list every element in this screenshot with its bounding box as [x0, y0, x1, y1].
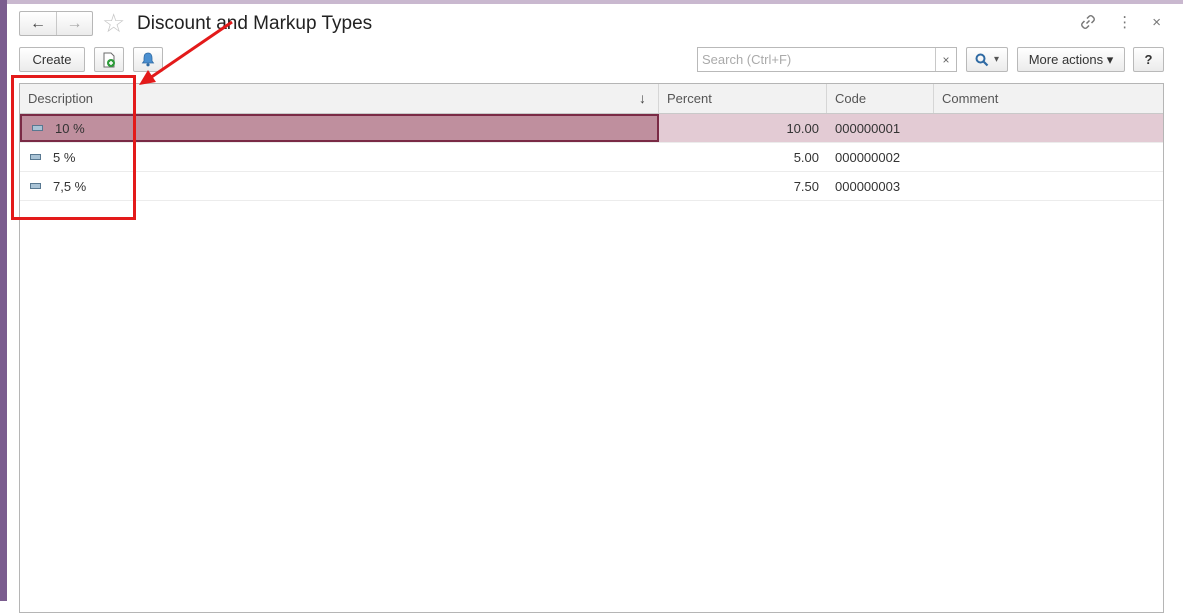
- notifications-button[interactable]: [133, 47, 163, 72]
- cell-percent[interactable]: 5.00: [659, 143, 827, 171]
- window-top-border: [7, 0, 1183, 4]
- cell-comment[interactable]: [934, 172, 1163, 200]
- create-button[interactable]: Create: [19, 47, 85, 72]
- cell-code[interactable]: 000000002: [827, 143, 934, 171]
- data-table: Description ↓ Percent Code Comment 10 % …: [19, 83, 1164, 613]
- search-clear-icon[interactable]: ×: [935, 48, 956, 71]
- table-row[interactable]: 10 % 10.00 000000001: [20, 114, 1163, 143]
- navigation-buttons: ← →: [19, 11, 93, 36]
- more-menu-icon[interactable]: ⋮: [1117, 13, 1132, 31]
- cell-percent[interactable]: 7.50: [659, 172, 827, 200]
- window-controls: ⋮ ×: [1079, 13, 1161, 31]
- sort-down-icon: ↓: [639, 90, 646, 106]
- window-left-strip: [0, 0, 7, 601]
- chevron-down-icon: ▾: [993, 54, 1000, 65]
- cell-comment[interactable]: [934, 114, 1163, 142]
- bell-icon: [141, 52, 155, 67]
- table-row[interactable]: 7,5 % 7.50 000000003: [20, 172, 1163, 201]
- back-button[interactable]: ←: [20, 12, 56, 35]
- search-input[interactable]: [698, 48, 935, 71]
- column-header-comment[interactable]: Comment: [934, 84, 1163, 113]
- close-icon[interactable]: ×: [1152, 14, 1161, 31]
- link-icon[interactable]: [1079, 13, 1097, 31]
- annotation-highlight-box: [11, 75, 136, 220]
- forward-button[interactable]: →: [56, 12, 92, 35]
- column-header-percent[interactable]: Percent: [659, 84, 827, 113]
- table-header: Description ↓ Percent Code Comment: [20, 84, 1163, 114]
- arrow-right-icon: →: [66, 14, 83, 32]
- help-button[interactable]: ?: [1133, 47, 1164, 72]
- cell-code[interactable]: 000000003: [827, 172, 934, 200]
- cell-code[interactable]: 000000001: [827, 114, 934, 142]
- search-button[interactable]: ▾: [966, 47, 1008, 72]
- table-row[interactable]: 5 % 5.00 000000002: [20, 143, 1163, 172]
- document-add-icon: [103, 52, 115, 67]
- arrow-left-icon: ←: [30, 14, 46, 32]
- create-copy-button[interactable]: [94, 47, 124, 72]
- favorite-star-icon[interactable]: ☆: [102, 10, 125, 36]
- column-header-code[interactable]: Code: [827, 84, 934, 113]
- search-box: ×: [697, 47, 957, 72]
- magnifier-icon: [975, 53, 989, 66]
- page-title: Discount and Markup Types: [137, 13, 373, 34]
- more-actions-button[interactable]: More actions ▾: [1017, 47, 1125, 72]
- cell-comment[interactable]: [934, 143, 1163, 171]
- cell-percent[interactable]: 10.00: [659, 114, 827, 142]
